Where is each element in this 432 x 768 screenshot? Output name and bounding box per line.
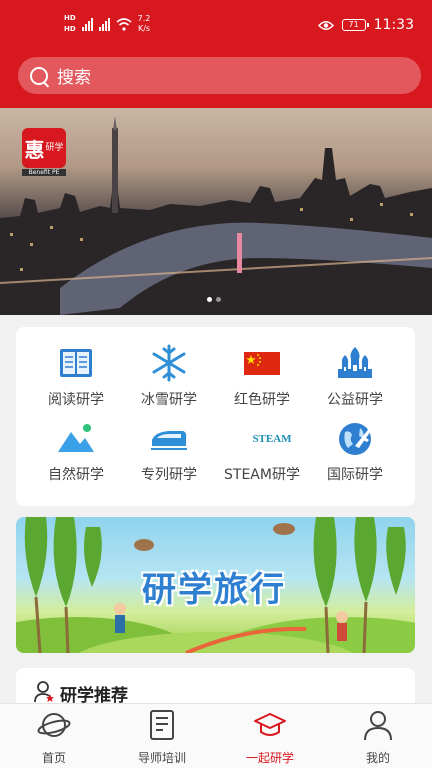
hd-bottom-label: HD xyxy=(64,25,76,33)
china-flag-icon xyxy=(244,352,280,375)
tab-label: 导师培训 xyxy=(137,751,186,765)
search-icon xyxy=(30,66,48,85)
steam-icon: STEAM xyxy=(252,433,292,445)
promo-title: 研学旅行 xyxy=(142,570,286,610)
category-label: 专列研学 xyxy=(141,467,197,483)
study-travel-banner[interactable]: 研学旅行 xyxy=(16,517,415,653)
logo-side-text: 研学 xyxy=(45,143,64,153)
eye-icon xyxy=(317,20,334,30)
category-charity[interactable]: 公益研学 xyxy=(305,343,405,409)
net-speed-value: 7.2 xyxy=(137,14,151,23)
signal-icon xyxy=(81,17,93,31)
tab-training[interactable]: 导师培训 xyxy=(108,704,216,768)
category-label: 国际研学 xyxy=(327,467,383,483)
planet-icon xyxy=(37,713,71,737)
category-red[interactable]: 红色研学 xyxy=(212,343,312,409)
carousel-dot-active[interactable] xyxy=(207,297,212,302)
signal-icon-2 xyxy=(98,17,110,31)
tab-study-together[interactable]: 一起研学 xyxy=(216,704,324,768)
clock: 11:33 xyxy=(373,17,414,33)
palace-icon xyxy=(338,347,372,378)
category-snow[interactable]: 冰雪研学 xyxy=(119,343,219,409)
category-grid: 阅读研学 冰雪研学 红色研学 公益研学 自然研学 专列研学 STEAM STEA… xyxy=(16,327,415,506)
battery-icon: 71 xyxy=(341,19,369,31)
tab-label: 首页 xyxy=(41,751,66,765)
net-speed-unit: K/s xyxy=(137,24,151,33)
brand-logo: 惠 研学 xyxy=(22,128,66,168)
recommend-section: 研学推荐 xyxy=(16,668,415,708)
category-label: 自然研学 xyxy=(48,467,104,483)
hd-indicator: HD HD xyxy=(64,14,76,34)
wifi-icon xyxy=(116,17,132,31)
banner-carousel[interactable]: 惠 研学 Benefit PE xyxy=(0,108,432,315)
mountain-icon xyxy=(58,424,94,452)
search-bar[interactable]: 搜索 xyxy=(18,57,421,94)
category-label: 红色研学 xyxy=(234,392,290,408)
category-nature[interactable]: 自然研学 xyxy=(26,418,126,484)
category-international[interactable]: 国际研学 xyxy=(305,418,405,484)
person-icon xyxy=(364,711,392,741)
logo-subtitle: Benefit PE xyxy=(22,169,66,176)
clipboard-icon xyxy=(150,710,174,740)
person-star-icon xyxy=(34,681,54,703)
logo-main-text: 惠 xyxy=(24,137,45,162)
graduation-cap-icon xyxy=(254,713,286,736)
category-label: 冰雪研学 xyxy=(141,392,197,408)
category-label: 阅读研学 xyxy=(48,392,104,408)
hd-top-label: HD xyxy=(64,14,76,22)
carousel-dots xyxy=(207,297,221,302)
globe-plane-icon xyxy=(339,423,373,455)
tab-home[interactable]: 首页 xyxy=(0,704,108,768)
category-steam[interactable]: STEAM STEAM研学 xyxy=(212,418,312,484)
steam-icon-text: STEAM xyxy=(252,433,292,445)
category-reading[interactable]: 阅读研学 xyxy=(26,343,126,409)
net-speed: 7.2 K/s xyxy=(138,14,151,34)
search-header: 搜索 xyxy=(0,52,432,108)
book-icon xyxy=(60,349,92,377)
train-icon xyxy=(151,431,187,450)
tab-profile[interactable]: 我的 xyxy=(324,704,432,768)
status-left: HD HD 7.2 K/s xyxy=(64,14,150,34)
tab-label: 一起研学 xyxy=(245,751,294,765)
category-label: STEAM研学 xyxy=(224,467,300,483)
status-right: 71 11:33 xyxy=(317,17,414,33)
carousel-dot[interactable] xyxy=(216,297,221,302)
search-placeholder: 搜索 xyxy=(57,68,91,88)
category-label: 公益研学 xyxy=(327,392,383,408)
tab-label: 我的 xyxy=(365,751,390,765)
bottom-tab-bar: 首页 导师培训 一起研学 我的 xyxy=(0,703,432,768)
category-train[interactable]: 专列研学 xyxy=(119,418,219,484)
status-bar: HD HD 7.2 K/s 71 11:33 xyxy=(0,0,432,52)
snowflake-icon xyxy=(152,344,186,382)
